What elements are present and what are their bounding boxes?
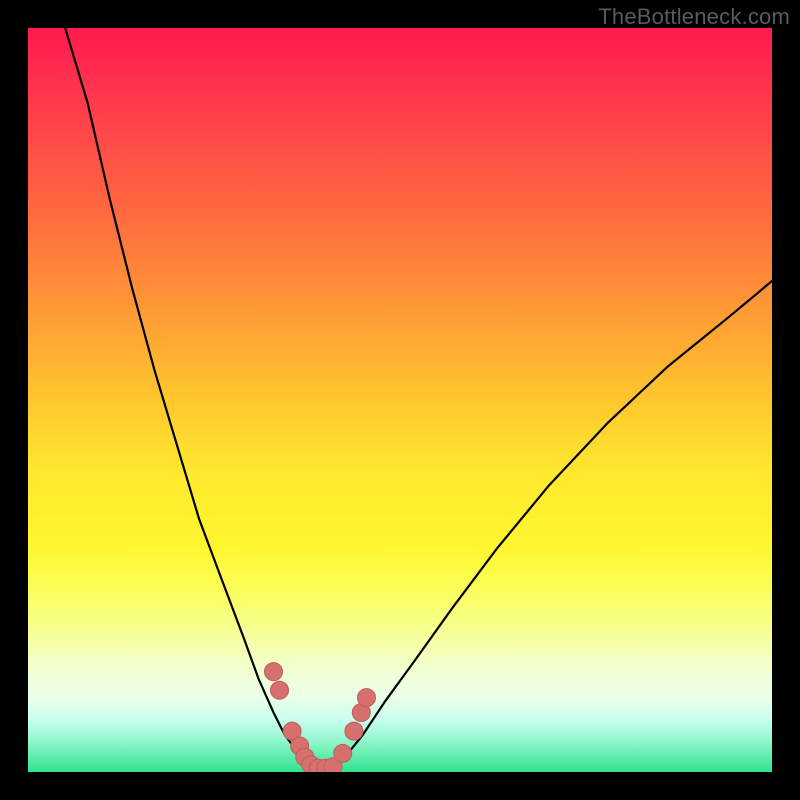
- marker-dot: [345, 722, 363, 740]
- chart-svg: [28, 28, 772, 772]
- marker-dot: [358, 689, 376, 707]
- curve-right: [337, 281, 772, 765]
- marker-dot: [271, 681, 289, 699]
- marker-dot: [334, 744, 352, 762]
- marker-dots: [265, 663, 376, 772]
- marker-dot: [265, 663, 283, 681]
- curve-left: [65, 28, 309, 768]
- chart-frame: TheBottleneck.com: [0, 0, 800, 800]
- plot-area: [28, 28, 772, 772]
- watermark-text: TheBottleneck.com: [598, 4, 790, 30]
